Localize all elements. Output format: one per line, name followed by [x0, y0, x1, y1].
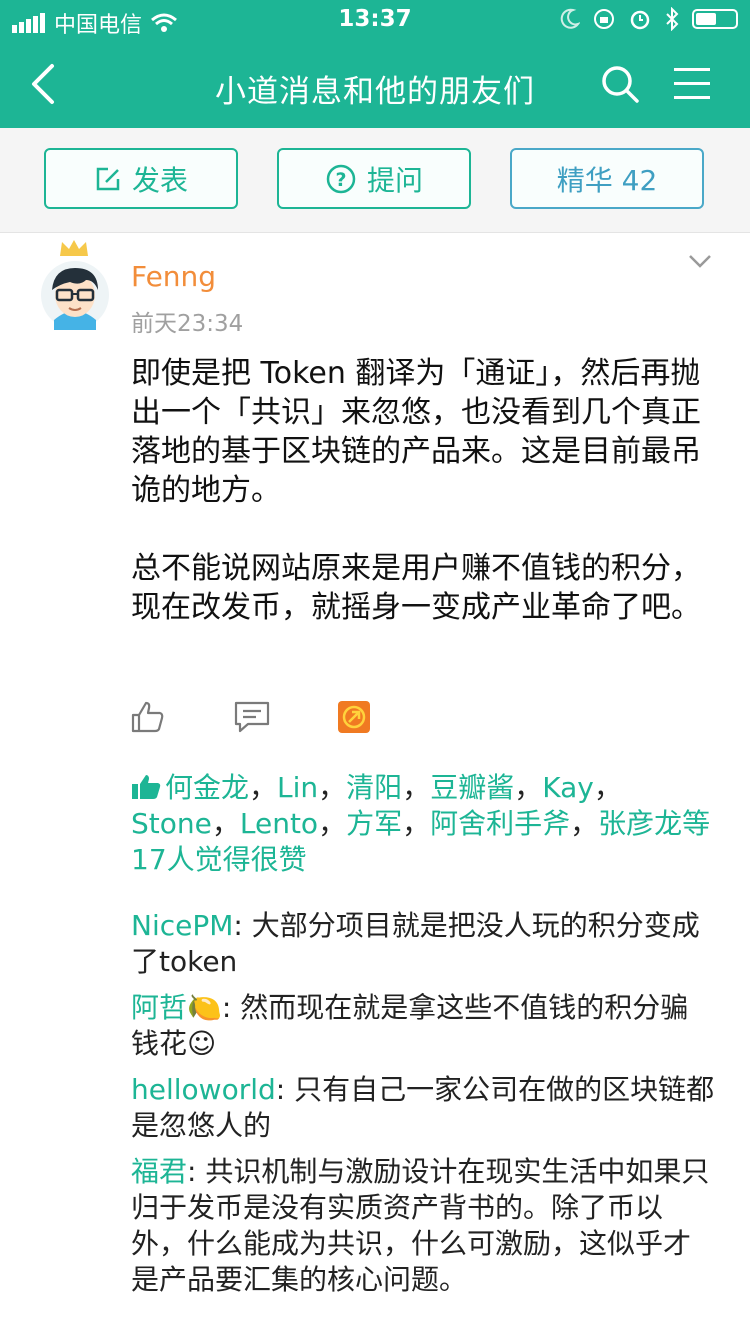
like-separator: ，: [514, 771, 543, 804]
comment-author[interactable]: helloworld: [131, 1073, 276, 1106]
featured-button[interactable]: 精华 42: [510, 148, 704, 209]
action-toolbar: 发表 ? 提问 精华 42: [0, 128, 750, 233]
post-author[interactable]: Fenng: [131, 260, 216, 293]
status-bar: 中国电信 13:37: [0, 0, 750, 40]
chevron-down-icon[interactable]: [688, 254, 712, 268]
avatar[interactable]: [40, 258, 110, 330]
featured-label: 精华 42: [556, 163, 658, 197]
comment-item[interactable]: 阿哲🍋: 然而现在就是拿这些不值钱的积分骗钱花☺: [131, 990, 716, 1062]
share-icon[interactable]: [337, 700, 371, 734]
liker-name[interactable]: 清阳: [346, 771, 402, 804]
comment-author[interactable]: 福君: [131, 1155, 187, 1188]
liker-name[interactable]: 何金龙: [165, 771, 249, 804]
like-separator: ，: [593, 771, 622, 804]
comment-colon: :: [187, 1155, 206, 1188]
search-icon[interactable]: [600, 64, 640, 104]
liker-name[interactable]: Lento: [240, 807, 318, 840]
comment-item[interactable]: 福君: 共识机制与激励设计在现实生活中如果只归于发币是没有实质资产背书的。除了币…: [131, 1154, 716, 1298]
battery-icon: [692, 9, 738, 29]
publish-label: 发表: [131, 163, 188, 197]
liker-name[interactable]: Stone: [131, 807, 212, 840]
comment-colon: :: [275, 1073, 295, 1106]
like-separator: ，: [570, 807, 599, 840]
like-separator: ，: [318, 807, 347, 840]
alarm-icon: [630, 10, 650, 30]
post-content: 即使是把 Token 翻译为「通证」，然后再抛出一个「共识」来忽悠，也没看到几个…: [131, 354, 711, 627]
like-separator: ，: [402, 771, 431, 804]
liker-name[interactable]: 豆瓣酱: [430, 771, 514, 804]
comment-item[interactable]: NicePM: 大部分项目就是把没人玩的积分变成了token: [131, 908, 716, 980]
svg-text:?: ?: [335, 169, 346, 191]
liker-name[interactable]: 阿舍利手斧: [430, 807, 570, 840]
menu-icon[interactable]: [672, 66, 712, 102]
comment-colon: :: [233, 909, 252, 942]
comment-text: 共识机制与激励设计在现实生活中如果只归于发币是没有实质资产背书的。除了币以外，什…: [131, 1155, 710, 1296]
thumbs-up-icon: [132, 775, 161, 799]
comment-author[interactable]: 阿哲🍋: [131, 991, 222, 1024]
ask-label: 提问: [366, 163, 423, 197]
like-icon[interactable]: [131, 700, 165, 734]
crown-icon: [60, 240, 88, 256]
likes-list: 何金龙，Lin，清阳，豆瓣酱，Kay，Stone，Lento，方军，阿舍利手斧，…: [131, 770, 711, 878]
like-separator: ，: [249, 771, 278, 804]
publish-button[interactable]: 发表: [44, 148, 238, 209]
post-time: 前天23:34: [131, 311, 244, 337]
rotation-lock-icon: [594, 9, 614, 29]
like-separator: ，: [318, 771, 347, 804]
comment-colon: :: [221, 991, 241, 1024]
bluetooth-icon: [666, 7, 679, 31]
nav-bar: 小道消息和他的朋友们: [0, 40, 750, 128]
app-header: 中国电信 13:37 小道消息和他的朋友们: [0, 0, 750, 128]
liker-name[interactable]: Lin: [277, 771, 318, 804]
liker-name[interactable]: Kay: [542, 771, 594, 804]
liker-name[interactable]: 张彦龙: [598, 807, 682, 840]
ask-button[interactable]: ? 提问: [277, 148, 471, 209]
post-paragraph: 即使是把 Token 翻译为「通证」，然后再抛出一个「共识」来忽悠，也没看到几个…: [131, 356, 701, 508]
edit-icon: [96, 167, 120, 190]
comment-item[interactable]: helloworld: 只有自己一家公司在做的区块链都是忽悠人的: [131, 1072, 716, 1144]
comment-author[interactable]: NicePM: [131, 909, 233, 942]
liker-name[interactable]: 方军: [346, 807, 402, 840]
comment-icon[interactable]: [234, 700, 270, 734]
like-separator: ，: [402, 807, 431, 840]
like-separator: ，: [211, 807, 240, 840]
question-icon: ?: [326, 164, 356, 193]
post-paragraph: 总不能说网站原来是用户赚不值钱的积分，现在改发币，就摇身一变成产业革命了吧。: [131, 551, 701, 625]
comment-list: NicePM: 大部分项目就是把没人玩的积分变成了token 阿哲🍋: 然而现在就…: [131, 908, 716, 1308]
moon-icon: [560, 8, 580, 29]
